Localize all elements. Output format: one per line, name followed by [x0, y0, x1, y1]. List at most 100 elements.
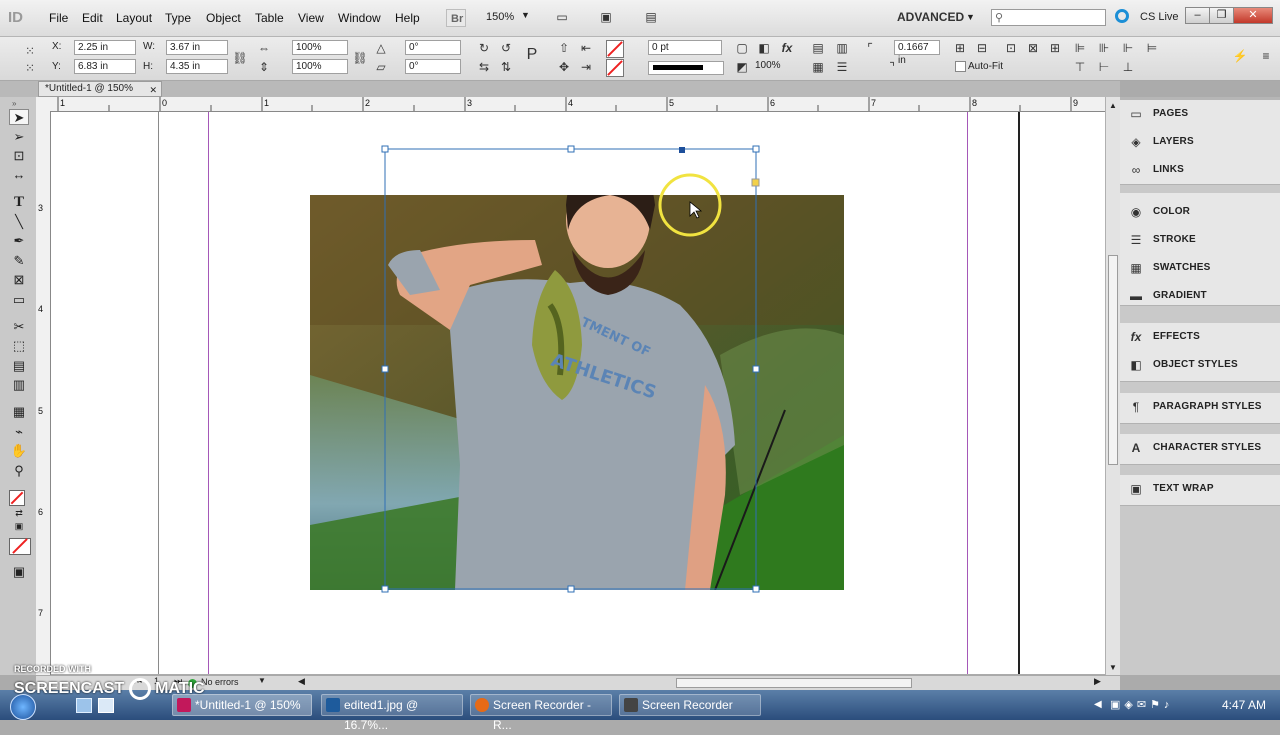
align-middle-icon[interactable]: ⊢: [1096, 59, 1112, 75]
menu-window[interactable]: Window: [338, 11, 381, 25]
panel-layers[interactable]: ◈ LAYERS: [1120, 128, 1280, 156]
frame-handle[interactable]: [381, 585, 389, 593]
effects-shadow-icon[interactable]: ◧: [756, 40, 772, 56]
menu-table[interactable]: Table: [255, 11, 284, 25]
panel-paragraph-styles[interactable]: ¶ PARAGRAPH STYLES: [1120, 393, 1280, 421]
explorer-icon[interactable]: [98, 698, 114, 713]
zoom-level[interactable]: 150%: [486, 11, 514, 23]
reference-point-grid-icon[interactable]: ⁙: [22, 60, 38, 76]
formatting-affects-icon[interactable]: ▣: [9, 518, 29, 534]
scroll-up-icon[interactable]: ▲: [1109, 101, 1117, 110]
vertical-scrollbar[interactable]: ▲ ▼: [1105, 97, 1120, 675]
scale-y-field[interactable]: 100%: [292, 59, 348, 74]
select-previous-icon[interactable]: ⇤: [578, 40, 594, 56]
frame-handle[interactable]: [381, 365, 389, 373]
panel-effects[interactable]: fx EFFECTS: [1120, 323, 1280, 351]
height-field[interactable]: 4.35 in: [166, 59, 228, 74]
panel-pages[interactable]: ▭ PAGES: [1120, 100, 1280, 128]
tray-expand-icon[interactable]: ◀: [1094, 699, 1102, 710]
bridge-button[interactable]: Br: [446, 9, 466, 27]
taskbar-item-firefox[interactable]: Screen Recorder - R...: [470, 694, 612, 732]
menu-help[interactable]: Help: [395, 11, 420, 25]
type-on-path-icon[interactable]: P: [524, 47, 540, 63]
shear-angle-field[interactable]: 0°: [405, 59, 461, 74]
frame-handle[interactable]: [752, 145, 760, 153]
flip-horizontal-icon[interactable]: ⇆: [476, 59, 492, 75]
panel-stroke[interactable]: ☰ STROKE: [1120, 226, 1280, 254]
stroke-type-dropdown[interactable]: [648, 61, 724, 75]
taskbar-item-photoshop[interactable]: edited1.jpg @ 16.7%...: [321, 694, 463, 732]
hand-tool-icon[interactable]: ✋: [9, 443, 29, 459]
select-container-icon[interactable]: ⇧: [556, 40, 572, 56]
scale-x-field[interactable]: 100%: [292, 40, 348, 55]
menu-view[interactable]: View: [298, 11, 324, 25]
pen-tool-icon[interactable]: ✒: [9, 233, 29, 249]
reference-point-icon[interactable]: ⁙: [22, 43, 38, 59]
frame-handle[interactable]: [567, 585, 575, 593]
note-tool-icon[interactable]: ▦: [9, 404, 29, 420]
page-tool-icon[interactable]: ⊡: [9, 148, 29, 164]
flip-vertical-icon[interactable]: ⇅: [498, 59, 514, 75]
scroll-right-icon[interactable]: ▶: [1094, 676, 1101, 687]
horizontal-scroll-thumb[interactable]: [676, 678, 912, 688]
corner-shape-icon[interactable]: ⌝: [884, 59, 900, 75]
cs-live-label[interactable]: CS Live: [1140, 11, 1179, 23]
eyedropper-tool-icon[interactable]: ⌁: [9, 424, 29, 440]
fill-frame-icon[interactable]: ⊡: [1003, 40, 1019, 56]
panel-color[interactable]: ◉ COLOR: [1120, 198, 1280, 226]
rotate-ccw-icon[interactable]: ↺: [498, 40, 514, 56]
scroll-left-icon[interactable]: ◀: [298, 676, 305, 687]
text-wrap-none-icon[interactable]: ▤: [810, 40, 826, 56]
panel-text-wrap[interactable]: ▣ TEXT WRAP: [1120, 475, 1280, 503]
distribute-icon[interactable]: ⊨: [1144, 40, 1160, 56]
screen-mode-normal-icon[interactable]: ▣: [9, 564, 29, 580]
frame-handle[interactable]: [752, 365, 760, 373]
constrain-scale-icon[interactable]: ⛓: [352, 50, 368, 66]
show-desktop-icon[interactable]: [76, 698, 92, 713]
drop-shadow-icon[interactable]: ▢: [734, 40, 750, 56]
center-content-icon[interactable]: ⊠: [1025, 40, 1041, 56]
rectangle-frame-tool-icon[interactable]: ⊠: [9, 272, 29, 288]
live-corner-handle[interactable]: [751, 178, 760, 187]
text-wrap-box-icon[interactable]: ▥: [834, 40, 850, 56]
pencil-tool-icon[interactable]: ✎: [9, 253, 29, 269]
panel-gradient[interactable]: ▬ GRADIENT: [1120, 282, 1280, 310]
stroke-weight-field[interactable]: 0 pt: [648, 40, 722, 55]
fill-swatch-icon[interactable]: [606, 40, 624, 58]
taskbar-clock[interactable]: 4:47 AM: [1222, 698, 1266, 712]
align-right-icon[interactable]: ⊩: [1120, 40, 1136, 56]
frame-handle[interactable]: [381, 145, 389, 153]
screen-mode-icon[interactable]: ▣: [598, 9, 614, 25]
preflight-status[interactable]: No errors: [201, 677, 239, 687]
menu-object[interactable]: Object: [206, 11, 241, 25]
line-tool-icon[interactable]: ╲: [9, 214, 29, 230]
menu-file[interactable]: File: [49, 11, 68, 25]
frame-handle[interactable]: [567, 145, 575, 153]
menu-type[interactable]: Type: [165, 11, 191, 25]
workspace-switcher[interactable]: ADVANCED: [897, 10, 964, 24]
minimize-button[interactable]: ‒: [1185, 7, 1210, 24]
system-tray-icons[interactable]: ▣◈✉⚑♪: [1110, 698, 1210, 712]
vertical-scroll-thumb[interactable]: [1108, 255, 1118, 465]
panel-object-styles[interactable]: ◧ OBJECT STYLES: [1120, 351, 1280, 379]
panel-swatches[interactable]: ▦ SWATCHES: [1120, 254, 1280, 282]
align-center-icon[interactable]: ⊪: [1096, 40, 1112, 56]
tools-collapse-icon[interactable]: »: [12, 99, 16, 108]
scissors-tool-icon[interactable]: ✂: [9, 319, 29, 335]
rotate-cw-icon[interactable]: ↻: [476, 40, 492, 56]
width-field[interactable]: 3.67 in: [166, 40, 228, 55]
corner-offset-field[interactable]: 0.1667 in: [894, 40, 940, 66]
scroll-down-icon[interactable]: ▼: [1109, 663, 1117, 672]
document-tab-close-icon[interactable]: ✕: [149, 83, 157, 97]
stroke-swatch-icon[interactable]: [606, 59, 624, 77]
panel-character-styles[interactable]: A CHARACTER STYLES: [1120, 434, 1280, 462]
y-position-field[interactable]: 6.83 in: [74, 59, 136, 74]
restore-button[interactable]: ❐: [1209, 7, 1234, 24]
frame-handle[interactable]: [752, 585, 760, 593]
rectangle-tool-icon[interactable]: ▭: [9, 292, 29, 308]
free-transform-tool-icon[interactable]: ⬚: [9, 338, 29, 354]
gradient-feather-tool-icon[interactable]: ▥: [9, 377, 29, 393]
rotation-angle-field[interactable]: 0°: [405, 40, 461, 55]
workspace-chevron-down-icon[interactable]: ▼: [966, 12, 975, 22]
type-tool-icon[interactable]: T: [9, 194, 29, 210]
